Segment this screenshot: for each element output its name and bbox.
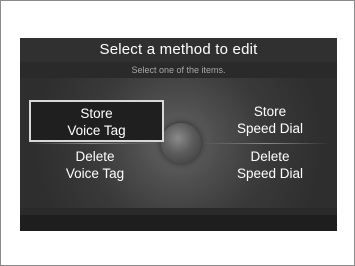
menu-divider-left [28,143,158,144]
navigation-screen: Select a method to edit Select one of th… [20,38,337,231]
menu-divider-right [200,143,330,144]
store-speed-dial-line2: Speed Dial [236,121,304,136]
title-bar: Select a method to edit [20,38,337,62]
delete-voice-tag-line2: Voice Tag [65,166,125,181]
store-voice-tag-button[interactable]: Store Voice Tag [29,100,164,142]
bottom-bar [20,215,337,231]
delete-speed-dial-line2: Speed Dial [236,166,304,181]
delete-voice-tag-button[interactable]: Delete Voice Tag [35,148,155,186]
screen-subtitle: Select one of the items. [131,65,226,75]
dial-knob-icon [161,123,201,163]
delete-speed-dial-line1: Delete [250,149,290,164]
delete-speed-dial-button[interactable]: Delete Speed Dial [210,148,330,186]
store-voice-tag-line1: Store [80,106,113,121]
store-voice-tag-line2: Voice Tag [67,123,126,138]
screen-title: Select a method to edit [99,41,258,58]
manual-figure-frame: Select a method to edit Select one of th… [0,0,355,266]
delete-voice-tag-line1: Delete [75,149,115,164]
store-speed-dial-button[interactable]: Store Speed Dial [210,103,330,141]
store-speed-dial-line1: Store [253,104,287,119]
